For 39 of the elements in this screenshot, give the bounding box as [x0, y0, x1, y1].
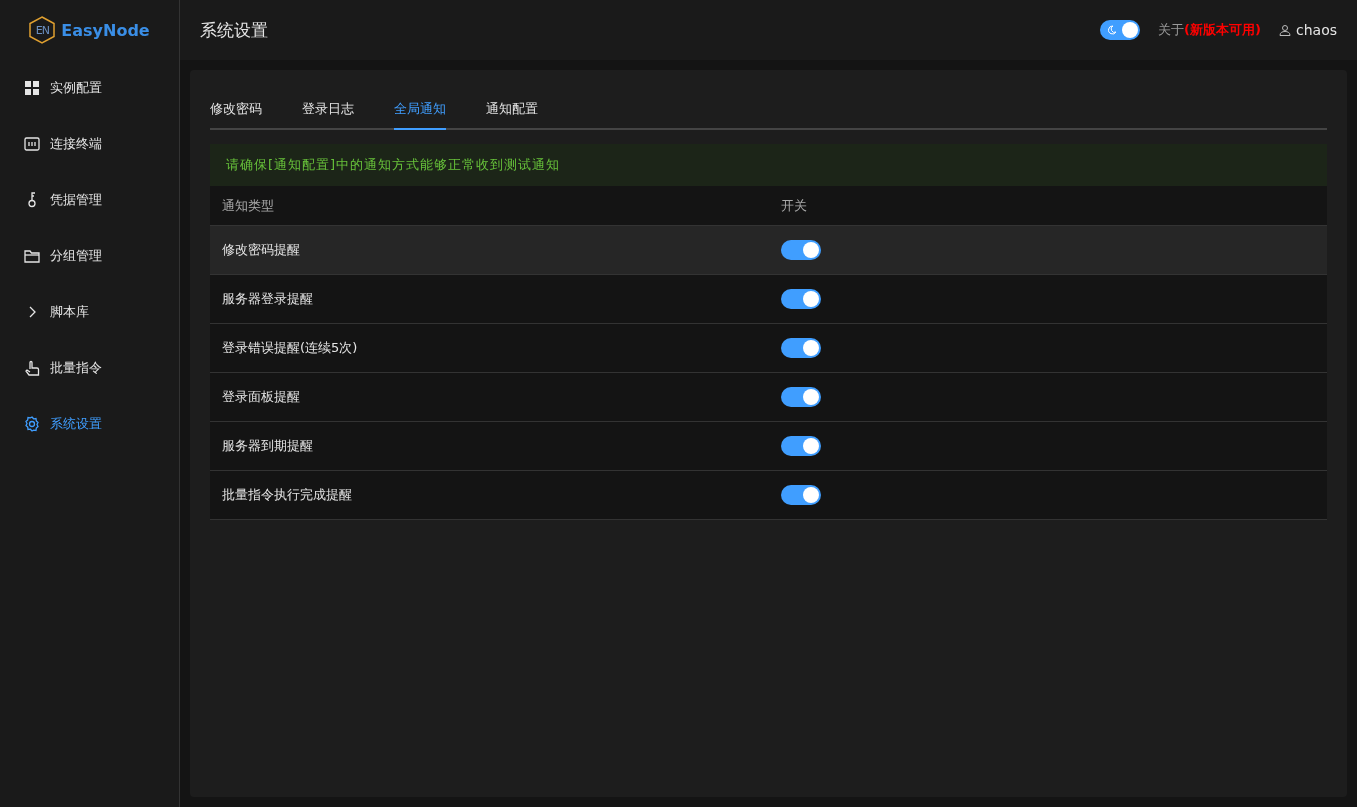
- page-title: 系统设置: [200, 18, 268, 42]
- folder-icon: [24, 248, 40, 264]
- tab[interactable]: 通知配置: [486, 90, 538, 130]
- column-header: 开关: [780, 196, 807, 215]
- app-name: EasyNode: [61, 20, 150, 40]
- settings-icon: [24, 416, 40, 432]
- grid-icon: [24, 80, 40, 96]
- hand-icon: [24, 360, 40, 376]
- logo-icon: EN: [29, 16, 56, 44]
- moon-icon: [1107, 25, 1118, 35]
- toggle-switch[interactable]: [781, 387, 821, 407]
- table-cell-text: 批量指令执行完成提醒: [221, 486, 353, 504]
- sidebar-item[interactable]: 系统设置: [0, 396, 179, 452]
- table-cell-text: 修改密码提醒: [221, 241, 301, 259]
- toggle-switch[interactable]: [781, 289, 821, 309]
- about-link[interactable]: 关于(新版本可用): [1158, 21, 1261, 39]
- alert-message: 请确保[通知配置]中的通知方式能够正常收到测试通知: [210, 144, 1327, 186]
- terminal-icon: [24, 136, 40, 152]
- tab[interactable]: 修改密码: [210, 90, 262, 130]
- column-header: 通知类型: [221, 196, 275, 215]
- theme-toggle[interactable]: [1100, 20, 1141, 40]
- sidebar-item[interactable]: 实例配置: [0, 60, 179, 116]
- toggle-switch[interactable]: [781, 338, 821, 358]
- table-cell-text: 登录错误提醒(连续5次): [221, 339, 359, 357]
- sidebar-item[interactable]: 脚本库: [0, 284, 179, 340]
- sidebar-item[interactable]: 凭据管理: [0, 172, 179, 228]
- sidebar-item[interactable]: 连接终端: [0, 116, 179, 172]
- toggle-switch[interactable]: [781, 240, 821, 260]
- table-cell-text: 服务器登录提醒: [221, 290, 314, 308]
- sidebar-item[interactable]: 批量指令: [0, 340, 179, 396]
- table-cell-text: 登录面板提醒: [221, 388, 301, 406]
- toggle-switch[interactable]: [781, 436, 821, 456]
- toggle-switch[interactable]: [781, 485, 821, 505]
- user-menu[interactable]: chaos: [1279, 22, 1337, 38]
- tab[interactable]: 登录日志: [302, 90, 354, 130]
- tab[interactable]: 全局通知: [394, 90, 446, 130]
- sidebar-item[interactable]: 分组管理: [0, 228, 179, 284]
- user-icon: [1279, 24, 1291, 36]
- table-cell-text: 服务器到期提醒: [221, 437, 314, 455]
